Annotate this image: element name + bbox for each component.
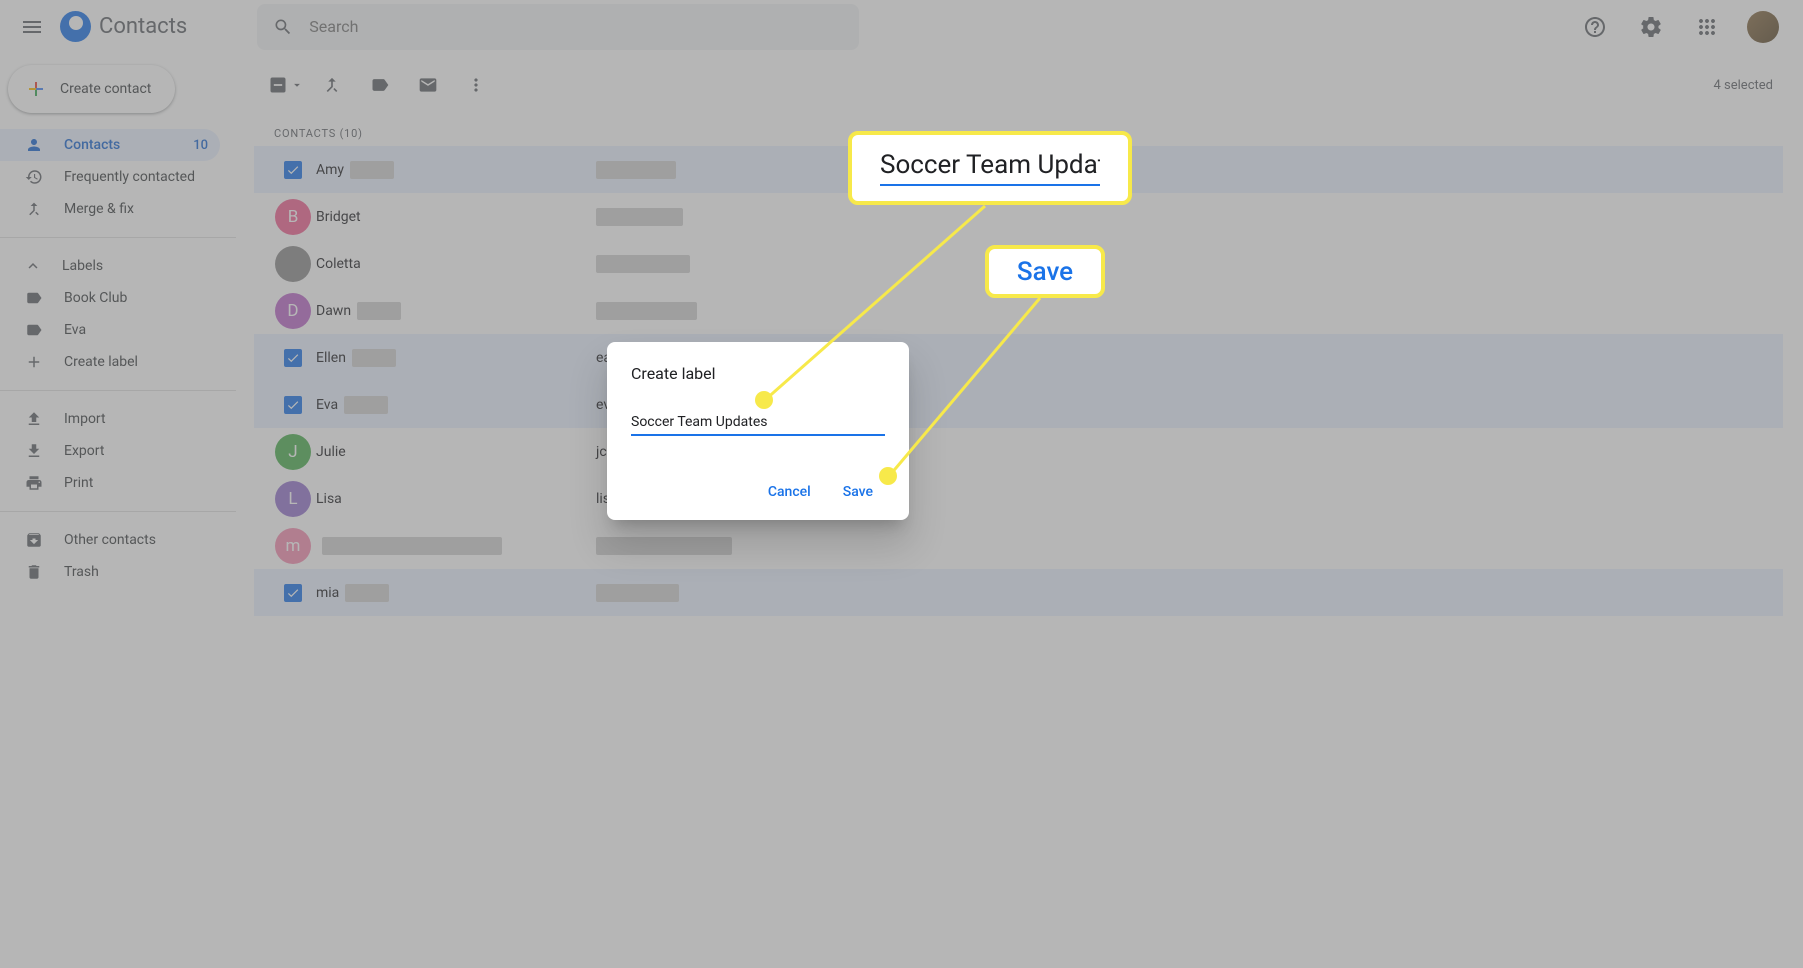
callout-connector-2 <box>880 293 1050 483</box>
callout-save-zoom: Save <box>985 245 1105 298</box>
cancel-button[interactable]: Cancel <box>756 476 823 508</box>
callout-dot-2 <box>879 467 897 485</box>
callout-dot-1 <box>755 391 773 409</box>
save-button[interactable]: Save <box>831 476 885 508</box>
callout-save-text: Save <box>1017 257 1073 287</box>
label-name-input[interactable] <box>631 414 885 430</box>
callout-input-field <box>880 150 1100 186</box>
callout-input-zoom <box>848 131 1132 205</box>
